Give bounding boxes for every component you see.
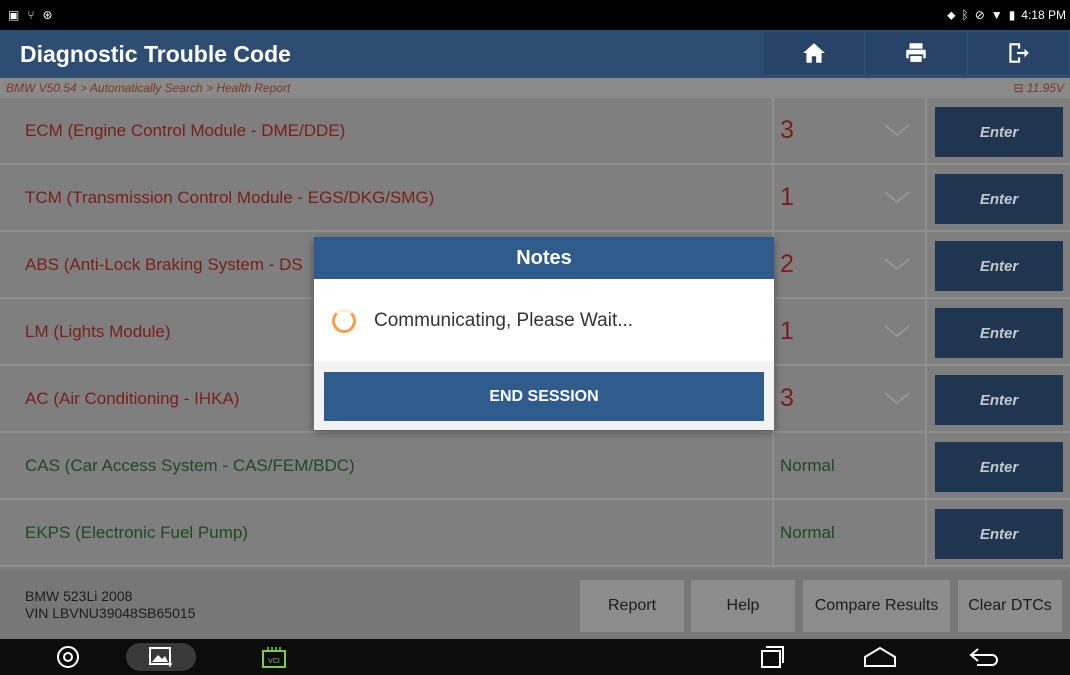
vci-icon: VCI bbox=[262, 647, 286, 668]
print-icon bbox=[906, 43, 926, 64]
enter-button[interactable]: Enter bbox=[935, 308, 1063, 358]
list-item: ECM (Engine Control Module - DME/DDE) 3 … bbox=[0, 98, 1070, 165]
report-button[interactable]: Report bbox=[580, 580, 684, 632]
gallery-icon bbox=[149, 647, 172, 667]
end-session-button[interactable]: END SESSION bbox=[324, 372, 764, 421]
divider bbox=[925, 232, 927, 299]
module-name: ABS (Anti-Lock Braking System - DS bbox=[25, 255, 303, 274]
screenshot-button[interactable] bbox=[126, 643, 196, 671]
vehicle-model: BMW 523Li 2008 bbox=[25, 588, 133, 604]
home-nav-button[interactable] bbox=[858, 643, 902, 671]
module-name: ECM (Engine Control Module - DME/DDE) bbox=[25, 121, 346, 140]
divider bbox=[925, 98, 927, 165]
home-nav-icon bbox=[864, 646, 896, 667]
enter-button[interactable]: Enter bbox=[935, 174, 1063, 224]
divider bbox=[772, 433, 774, 500]
home-icon bbox=[803, 43, 825, 63]
back-button[interactable] bbox=[962, 643, 1006, 671]
dtc-count: 2 bbox=[780, 250, 794, 278]
recent-apps-icon bbox=[761, 646, 784, 668]
module-name: LM (Lights Module) bbox=[25, 322, 171, 341]
enter-button[interactable]: Enter bbox=[935, 241, 1063, 291]
chevron-down-icon[interactable] bbox=[884, 254, 910, 274]
svg-text:VCI: VCI bbox=[268, 658, 280, 665]
chevron-down-icon[interactable] bbox=[884, 120, 910, 140]
divider bbox=[925, 299, 927, 366]
sync-icon: ⊛ bbox=[42, 8, 53, 22]
module-name: EKPS (Electronic Fuel Pump) bbox=[25, 523, 248, 542]
breadcrumb-path: BMW V50.54 > Automatically Search > Heal… bbox=[6, 81, 291, 95]
module-name: CAS (Car Access System - CAS/FEM/BDC) bbox=[25, 456, 355, 475]
dtc-count: 3 bbox=[780, 384, 794, 412]
divider bbox=[772, 165, 774, 232]
photo-icon: ▣ bbox=[8, 8, 20, 22]
divider bbox=[925, 500, 927, 567]
clock-text: 4:18 PM bbox=[1021, 8, 1066, 22]
chrome-app-button[interactable] bbox=[48, 643, 88, 671]
exit-button[interactable] bbox=[968, 32, 1068, 74]
enter-button[interactable]: Enter bbox=[935, 442, 1063, 492]
notes-dialog: Notes Communicating, Please Wait... END … bbox=[314, 237, 774, 430]
help-button[interactable]: Help bbox=[691, 580, 795, 632]
voltage-readout: ⊟ 11.95V bbox=[1013, 81, 1064, 95]
vci-button[interactable]: VCI bbox=[256, 643, 292, 671]
divider bbox=[925, 165, 927, 232]
back-icon bbox=[969, 648, 998, 666]
divider bbox=[772, 500, 774, 567]
module-status: Normal bbox=[780, 456, 835, 475]
chevron-down-icon[interactable] bbox=[884, 187, 910, 207]
print-button[interactable] bbox=[866, 32, 966, 74]
status-bar: ▣ ⑂ ⊛ ⬥ ᛒ ⊘ ▼ ▮ 4:18 PM bbox=[0, 0, 1070, 30]
bottom-toolbar: BMW 523Li 2008 VIN LBVNU39048SB65015 Rep… bbox=[0, 570, 1070, 639]
loading-spinner-icon bbox=[332, 309, 356, 333]
enter-button[interactable]: Enter bbox=[935, 509, 1063, 559]
list-item: EKPS (Electronic Fuel Pump) Normal Enter bbox=[0, 500, 1070, 567]
clear-dtcs-button[interactable]: Clear DTCs bbox=[958, 580, 1062, 632]
home-button[interactable] bbox=[764, 32, 864, 74]
enter-button[interactable]: Enter bbox=[935, 107, 1063, 157]
android-nav-bar: VCI bbox=[0, 639, 1070, 675]
module-status: Normal bbox=[780, 523, 835, 542]
vehicle-info: BMW 523Li 2008 VIN LBVNU39048SB65015 bbox=[25, 588, 195, 622]
battery-voltage-icon: ⊟ bbox=[1013, 81, 1024, 95]
app-header: Diagnostic Trouble Code bbox=[0, 30, 1070, 78]
dialog-title: Notes bbox=[314, 237, 774, 279]
battery-icon: ▮ bbox=[1008, 8, 1016, 22]
usb-icon: ⑂ bbox=[27, 8, 35, 22]
chrome-icon bbox=[57, 646, 79, 668]
divider bbox=[772, 98, 774, 165]
exit-icon bbox=[1009, 43, 1029, 63]
divider bbox=[925, 433, 927, 500]
dtc-count: 3 bbox=[780, 116, 794, 144]
module-name: TCM (Transmission Control Module - EGS/D… bbox=[25, 188, 435, 207]
chevron-down-icon[interactable] bbox=[884, 388, 910, 408]
chevron-down-icon[interactable] bbox=[884, 321, 910, 341]
list-item: TCM (Transmission Control Module - EGS/D… bbox=[0, 165, 1070, 232]
enter-button[interactable]: Enter bbox=[935, 375, 1063, 425]
dtc-count: 1 bbox=[780, 183, 794, 211]
location-icon: ⬥ bbox=[947, 8, 956, 22]
page-title: Diagnostic Trouble Code bbox=[20, 41, 291, 67]
compare-results-button[interactable]: Compare Results bbox=[803, 580, 950, 632]
dialog-message: Communicating, Please Wait... bbox=[374, 310, 634, 331]
divider bbox=[925, 366, 927, 433]
recent-apps-button[interactable] bbox=[752, 643, 792, 671]
block-icon: ⊘ bbox=[974, 8, 985, 22]
wifi-icon: ▼ bbox=[990, 8, 1003, 22]
module-name: AC (Air Conditioning - IHKA) bbox=[25, 389, 240, 408]
dtc-count: 1 bbox=[780, 317, 794, 345]
list-item: CAS (Car Access System - CAS/FEM/BDC) No… bbox=[0, 433, 1070, 500]
vehicle-vin: VIN LBVNU39048SB65015 bbox=[25, 605, 196, 621]
breadcrumb: BMW V50.54 > Automatically Search > Heal… bbox=[0, 78, 1070, 98]
bluetooth-icon: ᛒ bbox=[961, 8, 969, 22]
dialog-body: Communicating, Please Wait... bbox=[314, 279, 774, 361]
